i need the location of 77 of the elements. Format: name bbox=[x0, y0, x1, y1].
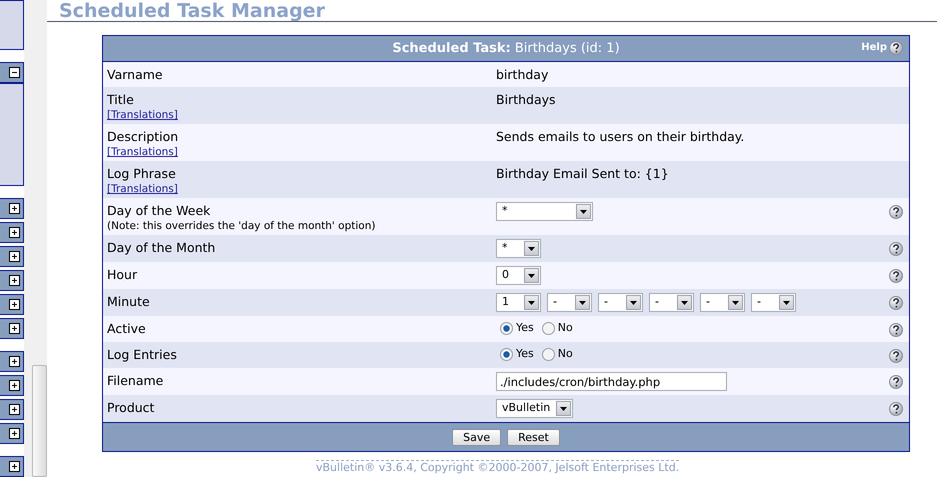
dropdown-field[interactable]: vBulletin bbox=[496, 399, 574, 418]
caret-icon bbox=[681, 300, 688, 304]
dropdown-field[interactable]: * bbox=[496, 239, 541, 258]
expand-icon[interactable] bbox=[9, 404, 20, 415]
caret-icon bbox=[528, 300, 535, 304]
text-field[interactable]: ./includes/cron/birthday.php bbox=[496, 372, 727, 391]
radio-button[interactable] bbox=[500, 348, 513, 361]
dropdown-field[interactable]: - bbox=[547, 293, 592, 312]
dropdown-field[interactable]: - bbox=[700, 293, 745, 312]
expand-icon[interactable] bbox=[9, 203, 20, 214]
form-title: Scheduled Task: Birthdays (id: 1) bbox=[392, 40, 620, 58]
translations-link[interactable]: [Translations] bbox=[107, 109, 496, 121]
expand-icon[interactable] bbox=[9, 275, 20, 286]
expand-icon[interactable] bbox=[9, 428, 20, 439]
field-label: Title bbox=[107, 92, 134, 107]
field-label: Day of the Month bbox=[107, 240, 216, 255]
expand-icon[interactable] bbox=[9, 380, 20, 391]
caret-icon bbox=[732, 300, 739, 304]
field-label: Description bbox=[107, 129, 178, 144]
field-label: Hour bbox=[107, 267, 138, 282]
collapse-icon[interactable] bbox=[9, 67, 20, 78]
form-button[interactable]: Save bbox=[452, 428, 502, 446]
field-label: Log Entries bbox=[107, 347, 177, 362]
form-button[interactable]: Reset bbox=[507, 428, 560, 446]
expand-icon[interactable] bbox=[9, 251, 20, 262]
help-icon[interactable] bbox=[889, 242, 903, 256]
translations-link[interactable]: [Translations] bbox=[107, 183, 496, 195]
caret-icon bbox=[528, 246, 535, 250]
caret-icon bbox=[783, 300, 790, 304]
field-value: Sends emails to users on their birthday. bbox=[496, 128, 744, 145]
caret-icon bbox=[630, 300, 637, 304]
copyright-text: vBulletin® v3.6.4, Copyright ©2000-2007, Jelsoft Enterprises Ltd. bbox=[316, 460, 680, 474]
dropdown-field[interactable]: - bbox=[649, 293, 694, 312]
help-icon[interactable] bbox=[889, 374, 903, 389]
option-label[interactable]: No bbox=[558, 346, 573, 362]
expand-icon[interactable] bbox=[9, 299, 20, 310]
page-heading: Scheduled Task Manager bbox=[47, 0, 937, 22]
field-note: (Note: this overrides the 'day of the month' option) bbox=[107, 220, 376, 232]
help-icon[interactable] bbox=[889, 402, 903, 416]
field-value: Birthdays bbox=[496, 91, 556, 108]
dropdown-field[interactable]: 1 bbox=[496, 293, 541, 312]
sidebar-panel bbox=[0, 0, 24, 50]
scrollbar-thumb[interactable] bbox=[32, 365, 47, 477]
dropdown-field[interactable]: - bbox=[751, 293, 796, 312]
radio-button[interactable] bbox=[500, 322, 513, 335]
help-icon[interactable] bbox=[889, 40, 903, 54]
caret-icon bbox=[528, 274, 535, 278]
field-label: Minute bbox=[107, 294, 150, 309]
translations-link[interactable]: [Translations] bbox=[107, 146, 496, 158]
field-label: Product bbox=[107, 400, 154, 415]
expand-icon[interactable] bbox=[9, 461, 20, 472]
dropdown-field[interactable]: * bbox=[496, 202, 593, 221]
caret-icon bbox=[560, 406, 568, 410]
option-label[interactable]: No bbox=[558, 320, 573, 336]
field-value: birthday bbox=[496, 66, 548, 83]
field-label: Day of the Week bbox=[107, 203, 210, 218]
expand-icon[interactable] bbox=[9, 356, 20, 367]
field-value: Birthday Email Sent to: {1} bbox=[496, 165, 669, 182]
help-icon[interactable] bbox=[889, 348, 903, 363]
help-icon[interactable] bbox=[889, 268, 903, 283]
expand-icon[interactable] bbox=[9, 323, 20, 334]
field-label: Varname bbox=[107, 67, 163, 82]
help-icon[interactable] bbox=[889, 322, 903, 337]
caret-icon bbox=[579, 300, 586, 304]
radio-button[interactable] bbox=[542, 322, 555, 335]
option-label[interactable]: Yes bbox=[516, 320, 534, 336]
field-label: Active bbox=[107, 321, 146, 336]
dropdown-field[interactable]: - bbox=[598, 293, 643, 312]
option-label[interactable]: Yes bbox=[516, 346, 534, 362]
radio-button[interactable] bbox=[542, 348, 555, 361]
caret-icon bbox=[580, 210, 587, 214]
expand-icon[interactable] bbox=[9, 227, 20, 238]
field-label: Filename bbox=[107, 373, 164, 388]
dropdown-field[interactable]: 0 bbox=[496, 266, 541, 285]
help-icon[interactable] bbox=[889, 204, 903, 219]
help-icon[interactable] bbox=[889, 296, 903, 310]
field-label: Log Phrase bbox=[107, 166, 176, 181]
